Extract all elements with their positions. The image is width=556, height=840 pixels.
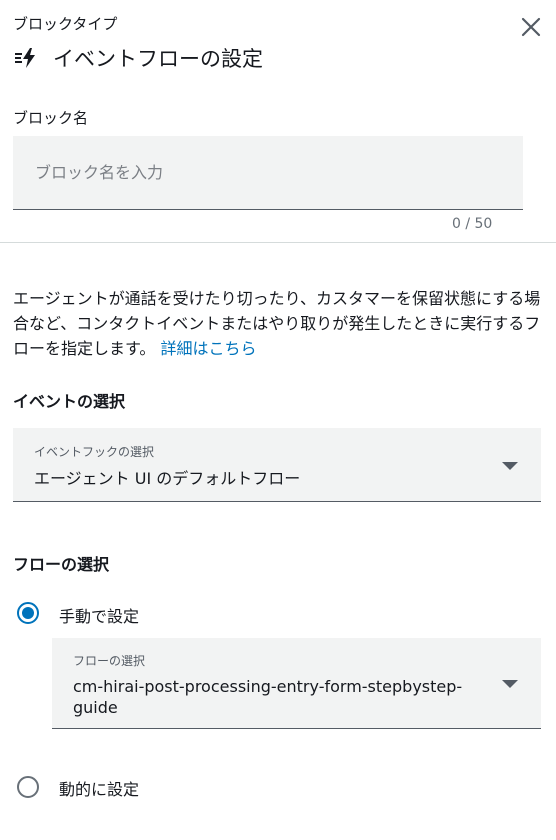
event-flow-icon (15, 48, 35, 68)
divider (0, 242, 556, 243)
radio-dynamic[interactable] (17, 776, 39, 798)
block-name-label: ブロック名 (13, 109, 89, 127)
char-count: 0 / 50 (452, 216, 493, 232)
block-type-label: ブロックタイプ (13, 15, 118, 33)
block-name-field (13, 136, 523, 210)
title-row: イベントフローの設定 (13, 42, 263, 74)
radio-manual-label[interactable]: 手動で設定 (59, 603, 139, 627)
event-hook-caption: イベントフックの選択 (34, 445, 155, 459)
event-hook-select[interactable]: イベントフックの選択 エージェント UI のデフォルトフロー (13, 428, 541, 502)
description: エージェントが通話を受けたり切ったり、カスタマーを保留状態にする場合など、コンタ… (13, 286, 543, 361)
block-name-input[interactable] (13, 136, 523, 209)
page-title: イベントフローの設定 (53, 47, 263, 71)
close-icon (521, 17, 541, 37)
chevron-down-icon (502, 680, 518, 688)
event-selection-heading: イベントの選択 (13, 392, 126, 411)
event-hook-value: エージェント UI のデフォルトフロー (34, 469, 301, 488)
flow-select[interactable]: フローの選択 cm-hirai-post-processing-entry-fo… (52, 638, 541, 729)
chevron-down-icon (502, 462, 518, 470)
flow-selection-heading: フローの選択 (13, 555, 110, 574)
close-button[interactable] (516, 12, 546, 42)
radio-manual[interactable] (17, 602, 39, 624)
flow-select-value: cm-hirai-post-processing-entry-form-step… (73, 677, 463, 717)
flow-select-caption: フローの選択 (73, 654, 146, 668)
description-text: エージェントが通話を受けたり切ったり、カスタマーを保留状態にする場合など、コンタ… (13, 289, 541, 358)
radio-dynamic-label[interactable]: 動的に設定 (59, 776, 139, 800)
details-link[interactable]: 詳細はこちら (161, 339, 257, 358)
